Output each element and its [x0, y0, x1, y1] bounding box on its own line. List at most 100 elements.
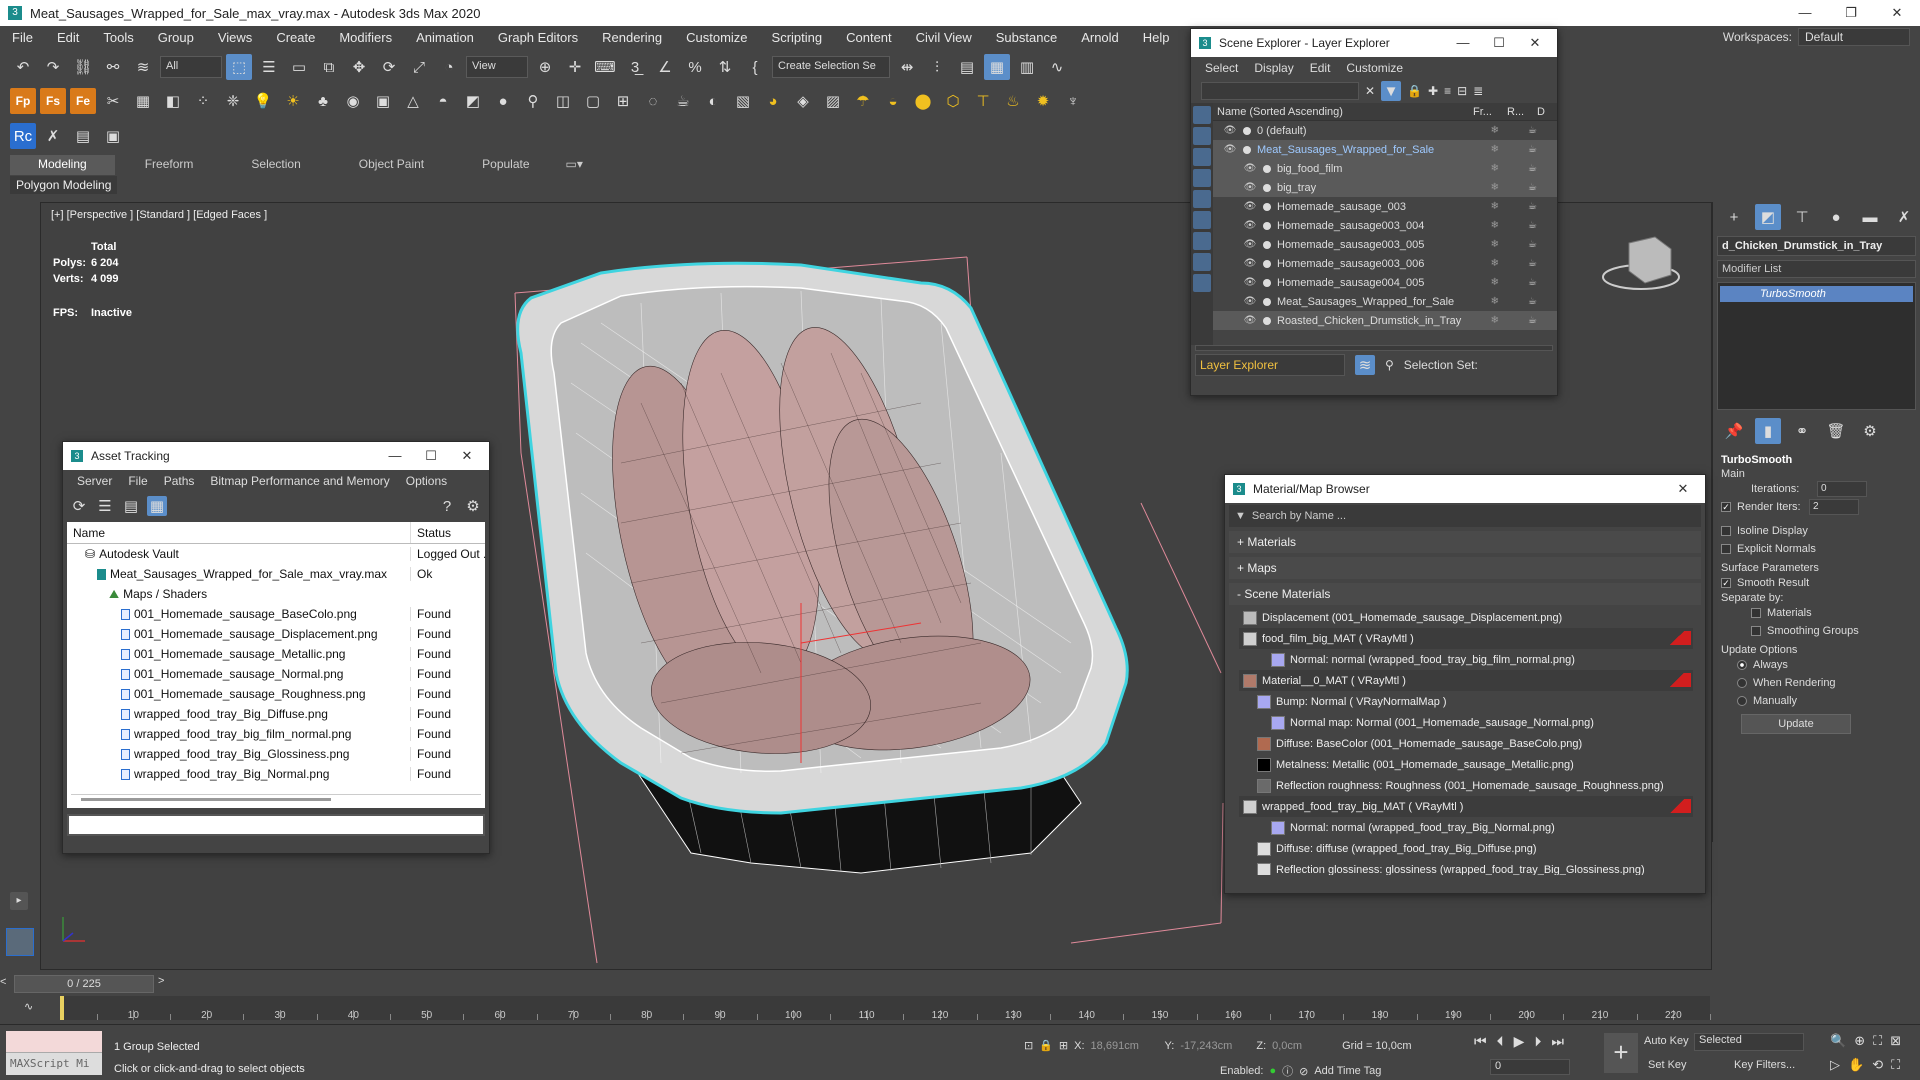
- pivot-icon[interactable]: ⊕: [532, 54, 558, 80]
- menu-edit[interactable]: Edit: [45, 30, 91, 45]
- tab-selection[interactable]: Selection: [223, 155, 328, 175]
- render-iter-icon[interactable]: ▨: [820, 88, 846, 114]
- current-frame-marker[interactable]: [60, 996, 64, 1020]
- at-menu-options[interactable]: Options: [398, 474, 455, 488]
- fp-icon[interactable]: Fp: [10, 88, 36, 114]
- display-cameras-icon[interactable]: [1193, 169, 1211, 187]
- table-icon[interactable]: ▤: [70, 123, 96, 149]
- section-scene-materials[interactable]: - Scene Materials: [1229, 583, 1701, 605]
- modify-tab-icon[interactable]: ◩: [1755, 204, 1781, 230]
- grid2-icon[interactable]: ⊞: [610, 88, 636, 114]
- map-item[interactable]: Diffuse: diffuse (wrapped_food_tray_Big_…: [1239, 838, 1693, 859]
- ribbon-sub-label[interactable]: Polygon Modeling: [10, 176, 118, 194]
- undo-icon[interactable]: ↶: [10, 54, 36, 80]
- when-rendering-radio[interactable]: [1737, 678, 1747, 688]
- asset-row[interactable]: ⛰ Maps / Shaders: [67, 584, 485, 604]
- at-menu-bitmap[interactable]: Bitmap Performance and Memory: [202, 474, 397, 488]
- render-teapot-icon[interactable]: ☕: [1528, 220, 1537, 231]
- freeze-icon[interactable]: ❄: [1491, 296, 1499, 307]
- remove-modifier-icon[interactable]: 🗑: [1823, 418, 1849, 444]
- scene-explorer-row[interactable]: 👁 Homemade_sausage003_004 ❄ ☕: [1213, 216, 1557, 235]
- at-col-name[interactable]: Name: [67, 522, 410, 543]
- col-name-header[interactable]: Name (Sorted Ascending): [1217, 106, 1473, 118]
- ribbon-toggle-icon[interactable]: ▥: [1014, 54, 1040, 80]
- teapot-render-icon[interactable]: ◕: [760, 88, 786, 114]
- scene-explorer-maximize[interactable]: ☐: [1481, 29, 1517, 57]
- sun-light-icon[interactable]: ✹: [1030, 88, 1056, 114]
- render-iters-spinner[interactable]: 2: [1809, 499, 1859, 515]
- freeze-icon[interactable]: ❄: [1491, 201, 1499, 212]
- asset-row[interactable]: wrapped_food_tray_Big_Normal.png Found: [67, 764, 485, 784]
- menu-tools[interactable]: Tools: [91, 30, 145, 45]
- pin-footer-icon[interactable]: ⚲: [1385, 358, 1394, 372]
- pin-stack-icon[interactable]: 📌: [1721, 418, 1747, 444]
- visibility-eye-icon[interactable]: 👁: [1243, 315, 1257, 326]
- update-button[interactable]: Update: [1741, 714, 1851, 734]
- time-slider[interactable]: 0 / 225: [14, 975, 154, 993]
- zoom-icon[interactable]: 🔍: [1830, 1033, 1846, 1049]
- isoline-checkbox[interactable]: [1721, 526, 1731, 536]
- key-selection-dropdown[interactable]: Selected: [1694, 1033, 1804, 1051]
- scene-explorer-row[interactable]: 👁 big_tray ❄ ☕: [1213, 178, 1557, 197]
- hexagon-icon[interactable]: ⬡: [940, 88, 966, 114]
- menu-rendering[interactable]: Rendering: [590, 30, 674, 45]
- visibility-eye-icon[interactable]: 👁: [1243, 182, 1257, 193]
- visibility-eye-icon[interactable]: 👁: [1223, 144, 1237, 155]
- filter-icon[interactable]: ▼: [1381, 81, 1402, 101]
- material-search-input[interactable]: Search by Name ...: [1252, 510, 1346, 522]
- light-bulb-icon[interactable]: 💡: [250, 88, 276, 114]
- asset-path-field[interactable]: [67, 814, 485, 836]
- maxscript-input[interactable]: MAXScript Mi: [6, 1053, 102, 1075]
- material-browser-titlebar[interactable]: 3 Material/Map Browser ✕: [1225, 475, 1705, 503]
- scene-explorer-close[interactable]: ✕: [1517, 29, 1553, 57]
- display-helpers-icon[interactable]: [1193, 190, 1211, 208]
- asset-tracking-close[interactable]: ✕: [449, 442, 485, 470]
- display-xrefs-icon[interactable]: [1193, 253, 1211, 271]
- explicit-normals-checkbox[interactable]: [1721, 544, 1731, 554]
- play-icon[interactable]: ▶: [1514, 1033, 1525, 1050]
- at-menu-paths[interactable]: Paths: [156, 474, 203, 488]
- scene-explorer-row[interactable]: 👁 Homemade_sausage_003 ❄ ☕: [1213, 197, 1557, 216]
- scene-explorer-row[interactable]: 👁 Meat_Sausages_Wrapped_for_Sale ❄ ☕: [1213, 292, 1557, 311]
- col-freeze-header[interactable]: Fr...: [1473, 106, 1507, 118]
- object-name-field[interactable]: d_Chicken_Drumstick_in_Tray: [1717, 236, 1916, 256]
- expand-arrow-icon[interactable]: ▸: [10, 892, 28, 910]
- stack-icon[interactable]: ≣: [1473, 84, 1483, 98]
- keyboard-shortcut-icon[interactable]: ⌨: [592, 54, 618, 80]
- curve-editor-icon[interactable]: ∿: [1044, 54, 1070, 80]
- menu-arnold[interactable]: Arnold: [1069, 30, 1131, 45]
- auto-key-button[interactable]: Auto Key: [1644, 1035, 1689, 1047]
- time-next-icon[interactable]: >: [158, 975, 164, 987]
- spinner-snap-icon[interactable]: ⇅: [712, 54, 738, 80]
- asset-row[interactable]: Meat_Sausages_Wrapped_for_Sale_max_vray.…: [67, 564, 485, 584]
- menu-customize[interactable]: Customize: [674, 30, 759, 45]
- window-crossing-icon[interactable]: ⧉: [316, 54, 342, 80]
- asset-row[interactable]: 001_Homemade_sausage_BaseColo.png Found: [67, 604, 485, 624]
- refresh-icon[interactable]: ⟳: [69, 496, 89, 516]
- map-item[interactable]: Normal: normal (wrapped_food_tray_big_fi…: [1239, 649, 1693, 670]
- clear-search-icon[interactable]: ✕: [1365, 84, 1375, 98]
- select-by-name-icon[interactable]: ☰: [256, 54, 282, 80]
- asset-tracking-maximize[interactable]: ☐: [413, 442, 449, 470]
- menu-scripting[interactable]: Scripting: [760, 30, 835, 45]
- asset-row[interactable]: wrapped_food_tray_Big_Diffuse.png Found: [67, 704, 485, 724]
- selection-filter-dropdown[interactable]: All: [160, 56, 222, 78]
- always-radio[interactable]: [1737, 660, 1747, 670]
- select-object-icon[interactable]: ⬚: [226, 54, 252, 80]
- render-teapot-icon[interactable]: ☕: [1528, 201, 1537, 212]
- make-unique-icon[interactable]: ⚭: [1789, 418, 1815, 444]
- rotate-icon[interactable]: ⟳: [376, 54, 402, 80]
- freeze-icon[interactable]: ❄: [1491, 277, 1499, 288]
- freeze-icon[interactable]: ❄: [1491, 220, 1499, 231]
- se-menu-edit[interactable]: Edit: [1302, 61, 1339, 75]
- se-menu-display[interactable]: Display: [1246, 61, 1301, 75]
- asset-row[interactable]: 001_Homemade_sausage_Metallic.png Found: [67, 644, 485, 664]
- maxscript-listener[interactable]: MAXScript Mi: [6, 1031, 102, 1075]
- add-time-tag[interactable]: Add Time Tag: [1314, 1065, 1381, 1077]
- freeze-icon[interactable]: ❄: [1491, 144, 1499, 155]
- iterations-spinner[interactable]: 0: [1817, 481, 1867, 497]
- placement-icon[interactable]: ◔: [436, 54, 462, 80]
- menu-group[interactable]: Group: [146, 30, 206, 45]
- render-teapot-icon[interactable]: ☕: [1528, 296, 1537, 307]
- viewport-label[interactable]: [+] [Perspective ] [Standard ] [Edged Fa…: [51, 209, 267, 221]
